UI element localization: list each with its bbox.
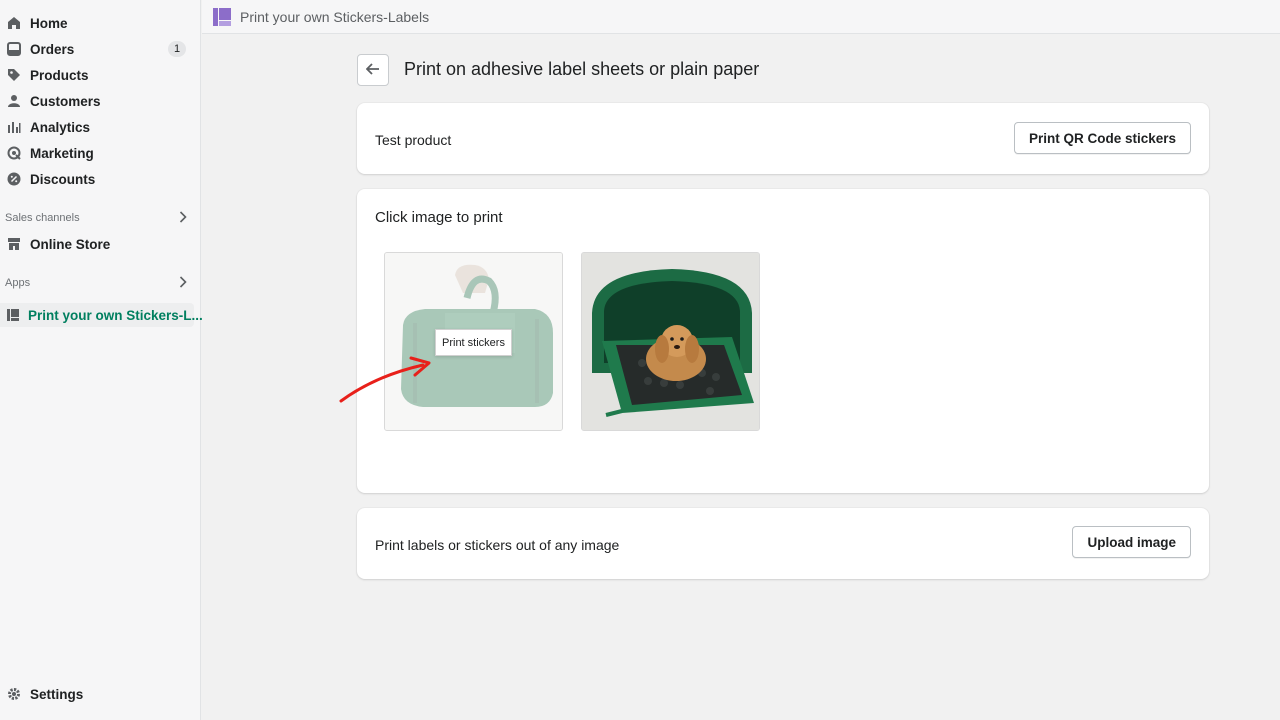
- apps-label: Apps: [5, 277, 31, 289]
- sidebar-item-label: Analytics: [30, 119, 91, 135]
- sidebar-item-marketing[interactable]: Marketing: [0, 141, 194, 165]
- sidebar-item-label: Online Store: [30, 236, 111, 252]
- app-title: Print your own Stickers-Labels: [240, 8, 430, 25]
- sidebar-item-label: Discounts: [30, 171, 96, 187]
- orders-count-badge: 1: [168, 41, 186, 57]
- sidebar-item-online-store[interactable]: Online Store: [0, 232, 194, 256]
- home-icon: [6, 15, 22, 31]
- sidebar-item-home[interactable]: Home: [0, 11, 194, 35]
- apps-header[interactable]: Apps: [5, 275, 187, 291]
- app-logo-icon: [212, 7, 232, 27]
- arrow-left-icon: [365, 62, 380, 78]
- tag-icon: [6, 67, 22, 83]
- discount-icon: [6, 171, 22, 187]
- target-icon: [6, 145, 22, 161]
- product-card: Test product Print QR Code stickers: [357, 103, 1209, 174]
- page-title: Print on adhesive label sheets or plain …: [404, 59, 760, 79]
- chevron-right-icon: [179, 275, 187, 291]
- gear-icon: [6, 686, 22, 702]
- product-image-dog-carrier[interactable]: [581, 252, 760, 431]
- sidebar-item-label: Orders: [30, 41, 75, 57]
- bar-chart-icon: [6, 119, 22, 135]
- sales-channels-header[interactable]: Sales channels: [5, 210, 187, 226]
- sidebar-item-label: Customers: [30, 93, 101, 109]
- sidebar-item-customers[interactable]: Customers: [0, 89, 194, 113]
- print-stickers-tooltip: Print stickers: [435, 329, 512, 356]
- product-name: Test product: [375, 132, 452, 148]
- sidebar-item-products[interactable]: Products: [0, 63, 194, 87]
- person-icon: [6, 93, 22, 109]
- sidebar-item-label: Products: [30, 67, 89, 83]
- sidebar-item-orders[interactable]: Orders 1: [0, 37, 194, 61]
- chevron-right-icon: [179, 210, 187, 226]
- sidebar-item-sticker-app[interactable]: Print your own Stickers-L...: [0, 303, 203, 327]
- sidebar-item-label: Print your own Stickers-L...: [28, 307, 203, 323]
- app-icon: [6, 307, 20, 323]
- upload-card-text: Print labels or stickers out of any imag…: [375, 537, 620, 553]
- sidebar-item-label: Settings: [30, 686, 84, 702]
- images-card-heading: Click image to print: [375, 209, 503, 226]
- app-topbar: Print your own Stickers-Labels: [202, 0, 1280, 34]
- sidebar-item-discounts[interactable]: Discounts: [0, 167, 194, 191]
- upload-image-button[interactable]: Upload image: [1072, 526, 1191, 558]
- annotation-arrow-icon: [339, 356, 431, 403]
- print-qr-code-button[interactable]: Print QR Code stickers: [1013, 122, 1191, 154]
- sidebar-item-label: Home: [30, 15, 68, 31]
- sidebar: Home Orders 1 Products Customers Analyti…: [0, 0, 203, 720]
- sales-channels-label: Sales channels: [5, 212, 80, 224]
- sidebar-item-label: Marketing: [30, 145, 94, 161]
- store-icon: [6, 236, 22, 252]
- sidebar-item-settings[interactable]: Settings: [0, 682, 194, 706]
- orders-icon: [6, 41, 22, 57]
- back-button[interactable]: [357, 54, 389, 86]
- upload-card: Print labels or stickers out of any imag…: [357, 508, 1209, 579]
- sidebar-item-analytics[interactable]: Analytics: [0, 115, 194, 139]
